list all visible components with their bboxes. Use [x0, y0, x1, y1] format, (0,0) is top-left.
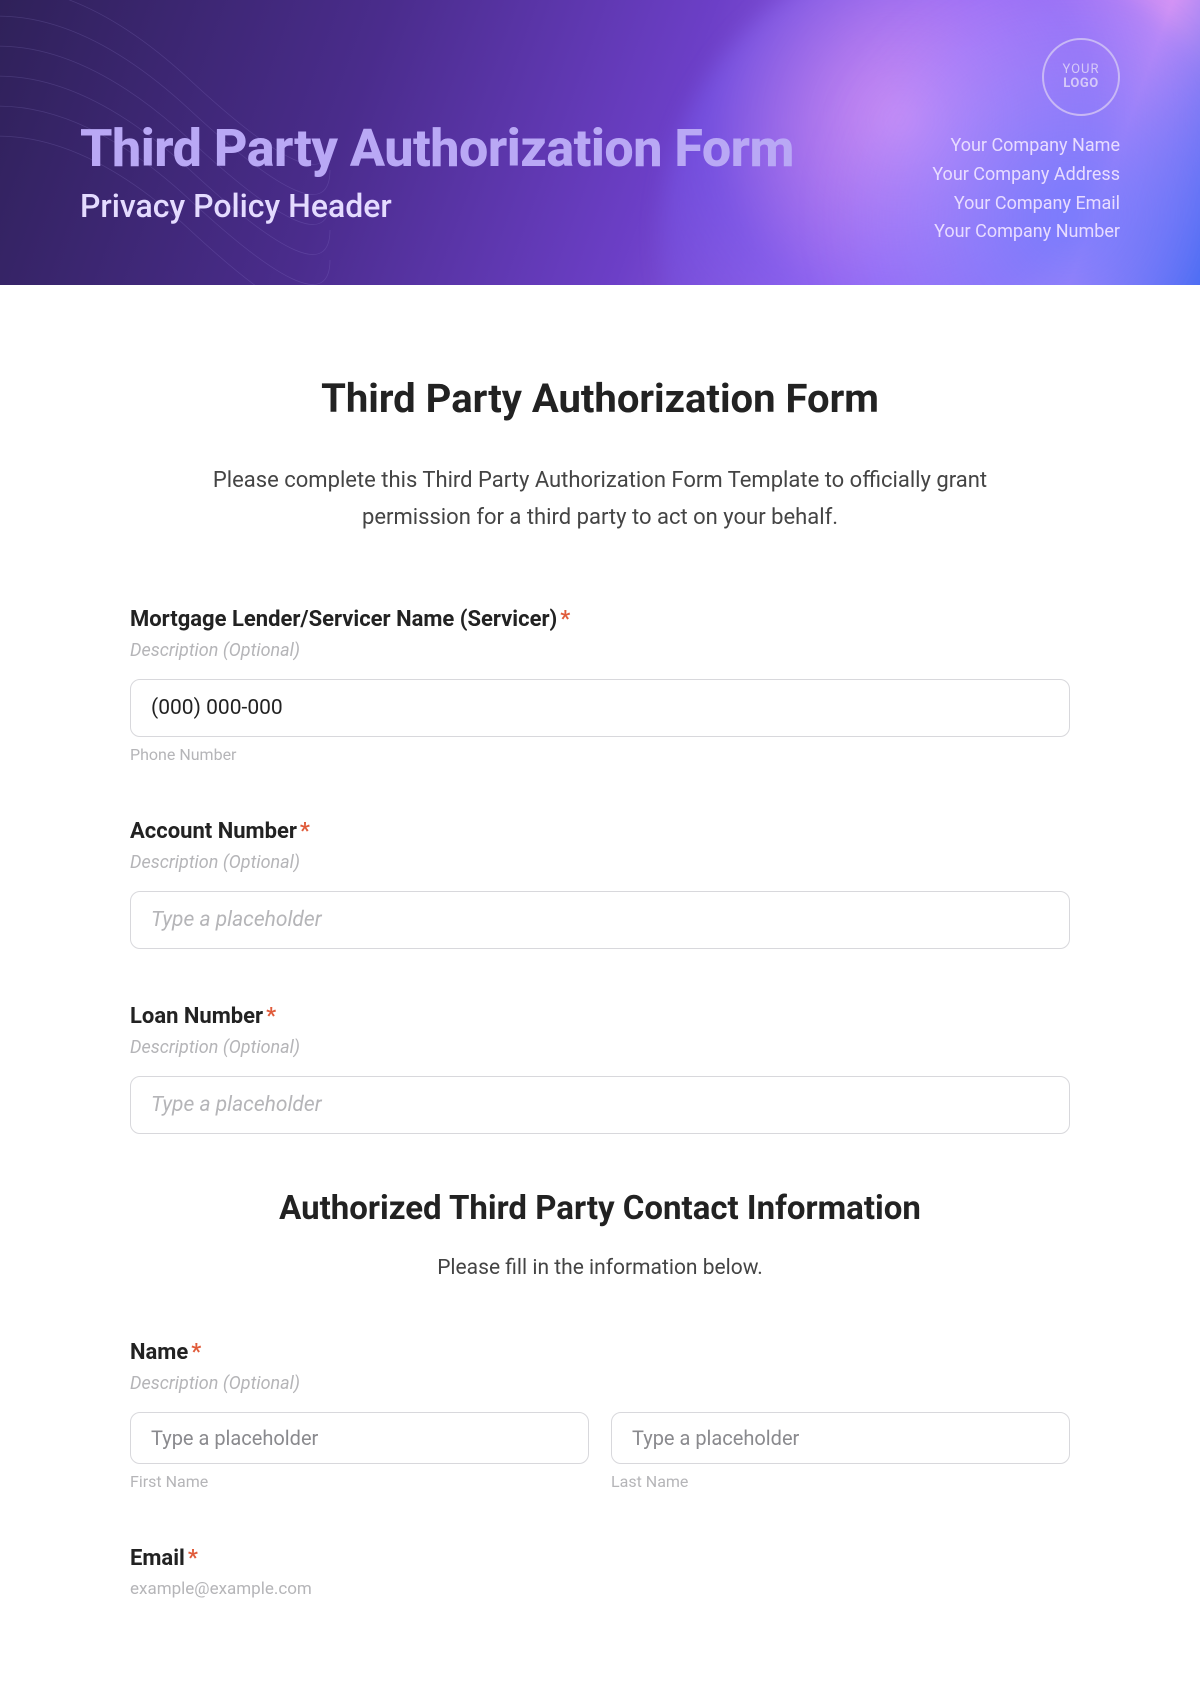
account-number-input[interactable] [130, 891, 1070, 949]
hero-title: Third Party Authorization Form [80, 118, 794, 179]
email-label-text: Email [130, 1546, 185, 1571]
servicer-desc: Description (Optional) [130, 640, 1070, 661]
required-mark: * [191, 1340, 201, 1365]
required-mark: * [560, 607, 570, 632]
first-name-help: First Name [130, 1472, 589, 1491]
company-email: Your Company Email [932, 190, 1120, 219]
email-label: Email* [130, 1546, 1070, 1571]
third-party-section-sub: Please fill in the information below. [130, 1256, 1070, 1280]
required-mark: * [300, 819, 310, 844]
company-address: Your Company Address [932, 161, 1120, 190]
required-mark: * [188, 1546, 198, 1571]
required-mark: * [266, 1004, 276, 1029]
field-account-number: Account Number* Description (Optional) [130, 819, 1070, 949]
loan-number-input[interactable] [130, 1076, 1070, 1134]
loan-label-text: Loan Number [130, 1004, 263, 1029]
name-label: Name* [130, 1340, 1070, 1365]
logo-placeholder-icon: YOUR LOGO [1042, 38, 1120, 116]
account-desc: Description (Optional) [130, 852, 1070, 873]
loan-label: Loan Number* [130, 1004, 1070, 1029]
company-info-block: YOUR LOGO Your Company Name Your Company… [932, 38, 1120, 247]
servicer-label: Mortgage Lender/Servicer Name (Servicer)… [130, 607, 1070, 632]
form-page: Third Party Authorization Form Please co… [0, 285, 1200, 1599]
form-title: Third Party Authorization Form [130, 375, 1070, 422]
email-example: example@example.com [130, 1579, 1070, 1599]
field-loan-number: Loan Number* Description (Optional) [130, 1004, 1070, 1134]
field-email: Email* example@example.com [130, 1546, 1070, 1599]
logo-line2: LOGO [1063, 77, 1098, 91]
field-servicer: Mortgage Lender/Servicer Name (Servicer)… [130, 607, 1070, 764]
servicer-phone-input[interactable] [130, 679, 1070, 737]
logo-line1: YOUR [1062, 63, 1099, 77]
form-intro: Please complete this Third Party Authori… [170, 462, 1030, 537]
name-desc: Description (Optional) [130, 1373, 1070, 1394]
field-name: Name* Description (Optional) First Name … [130, 1340, 1070, 1491]
servicer-label-text: Mortgage Lender/Servicer Name (Servicer) [130, 607, 557, 632]
company-number: Your Company Number [932, 218, 1120, 247]
first-name-input[interactable] [130, 1412, 589, 1464]
last-name-help: Last Name [611, 1472, 1070, 1491]
hero-banner: Third Party Authorization Form Privacy P… [0, 0, 1200, 285]
loan-desc: Description (Optional) [130, 1037, 1070, 1058]
name-label-text: Name [130, 1340, 188, 1365]
account-label-text: Account Number [130, 819, 297, 844]
last-name-input[interactable] [611, 1412, 1070, 1464]
account-label: Account Number* [130, 819, 1070, 844]
servicer-help: Phone Number [130, 745, 1070, 764]
hero-subtitle: Privacy Policy Header [80, 187, 794, 225]
third-party-section-title: Authorized Third Party Contact Informati… [130, 1189, 1070, 1228]
company-name: Your Company Name [932, 132, 1120, 161]
